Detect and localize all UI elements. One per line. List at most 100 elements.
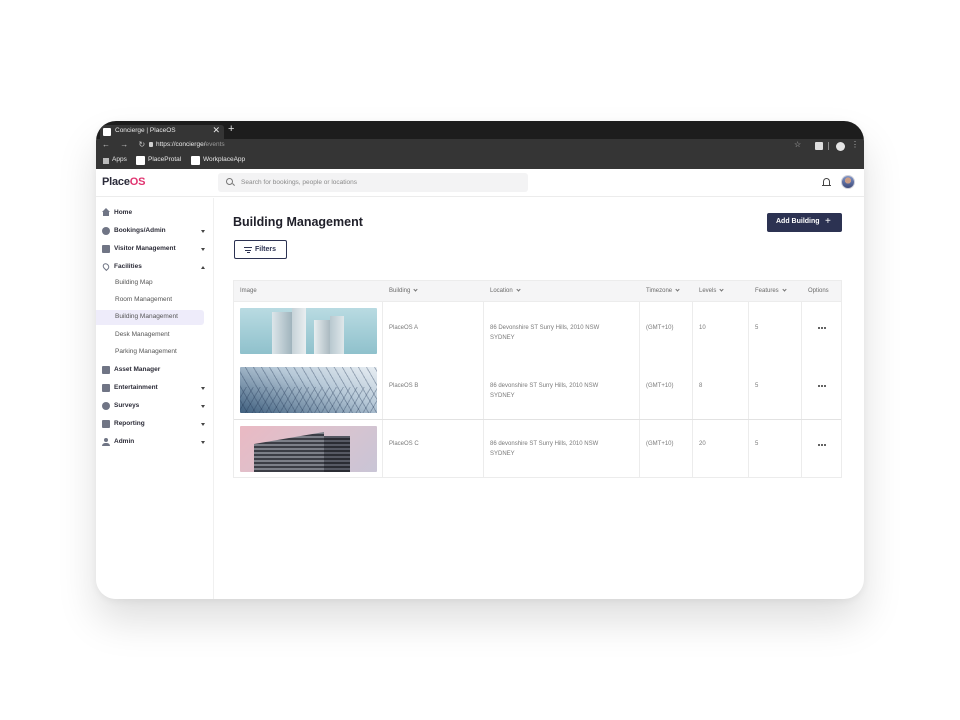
bookmark-star-icon[interactable]: ☆ (794, 140, 801, 149)
search-icon (226, 178, 233, 185)
placeos-logo[interactable]: PlaceOS (102, 176, 145, 188)
more-options-icon[interactable] (818, 443, 828, 447)
table-header: Image Building Location Timezone Levels … (234, 281, 841, 302)
search-input[interactable] (241, 175, 521, 190)
table-row[interactable]: PlaceOS A 86 Devonshire ST Surry Hills, … (234, 303, 841, 361)
sidebar-item-visitor-management[interactable]: Visitor Management (96, 243, 214, 257)
more-options-icon[interactable] (818, 326, 828, 330)
lock-icon (149, 142, 153, 147)
bookmark-apps[interactable]: Apps (112, 156, 127, 163)
building-name: PlaceOS B (389, 383, 419, 389)
new-tab-button[interactable]: + (228, 124, 234, 135)
chevron-down-icon (201, 230, 205, 233)
building-location: 86 devonshire ST Surry Hills, 2010 NSW SY… (490, 383, 599, 399)
bookmark-workplaceapp[interactable]: WorkplaceApp (203, 156, 245, 163)
sidebar-item-building-map[interactable]: Building Map (96, 276, 204, 291)
more-options-icon[interactable] (818, 384, 828, 388)
reporting-icon (102, 420, 110, 428)
chevron-down-icon (201, 248, 205, 251)
chevron-down-icon (516, 287, 521, 292)
home-icon (102, 208, 110, 216)
building-timezone: (GMT+10) (646, 441, 674, 447)
visitor-icon (102, 245, 110, 253)
chevron-down-icon (201, 387, 205, 390)
column-header-features[interactable]: Features (755, 287, 787, 294)
building-timezone: (GMT+10) (646, 325, 674, 331)
table-row[interactable]: PlaceOS B 86 devonshire ST Surry Hills, … (234, 361, 841, 419)
sidebar-item-home[interactable]: Home (96, 207, 214, 221)
app-header: PlaceOS (96, 169, 864, 197)
building-features: 5 (755, 441, 759, 447)
building-levels: 20 (699, 441, 706, 447)
browser-window: Concierge | PlaceOS ✕ + ← → ↻ https://co… (96, 121, 864, 599)
sidebar-item-admin[interactable]: Admin (96, 436, 214, 450)
building-features: 5 (755, 325, 759, 331)
location-pin-icon (101, 261, 111, 272)
sidebar: Home Bookings/Admin Visitor Management F… (96, 198, 214, 599)
chevron-down-icon (201, 423, 205, 426)
chevron-down-icon (413, 287, 418, 292)
filters-button[interactable]: Filters (234, 240, 287, 259)
sidebar-item-entertainment[interactable]: Entertainment (96, 382, 214, 396)
sidebar-item-parking-management[interactable]: Parking Management (96, 345, 204, 360)
person-icon (102, 438, 110, 446)
bookmark-placeprotal[interactable]: PlaceProtal (148, 156, 181, 163)
tab-strip: Concierge | PlaceOS ✕ + (96, 121, 864, 139)
sidebar-item-asset-manager[interactable]: Asset Manager (96, 364, 214, 378)
browser-tab[interactable]: Concierge | PlaceOS ✕ (100, 125, 224, 139)
tab-title: Concierge | PlaceOS (115, 127, 176, 134)
browser-menu-icon[interactable]: ⋮ (851, 140, 859, 149)
chevron-down-icon (719, 287, 724, 292)
surveys-icon (102, 402, 110, 410)
favicon-icon (103, 128, 111, 136)
navigation-arrows-icon[interactable]: ← → ↻ (102, 140, 149, 149)
url-field[interactable]: https://concierge/events (156, 141, 225, 148)
extension-icon[interactable] (815, 142, 823, 150)
chevron-down-icon (201, 441, 205, 444)
column-header-options: Options (808, 288, 829, 294)
address-bar: ← → ↻ https://concierge/events ☆ ⋮ (96, 139, 864, 153)
search-bar (218, 173, 528, 192)
close-tab-icon[interactable]: ✕ (212, 125, 220, 136)
chevron-down-icon (201, 405, 205, 408)
building-location: 86 devonshire ST Surry Hills, 2010 NSW SY… (490, 441, 599, 457)
divider (828, 142, 829, 150)
sidebar-item-desk-management[interactable]: Desk Management (96, 328, 204, 343)
browser-profile-icon[interactable] (836, 142, 845, 151)
building-location: 86 Devonshire ST Surry Hills, 2010 NSW SY… (490, 325, 600, 341)
bookmark-icon (136, 156, 145, 165)
building-name: PlaceOS A (389, 325, 419, 331)
column-header-building[interactable]: Building (389, 287, 418, 294)
sidebar-item-surveys[interactable]: Surveys (96, 400, 214, 414)
column-header-timezone[interactable]: Timezone (646, 287, 680, 294)
filter-icon (244, 247, 252, 253)
buildings-table: Image Building Location Timezone Levels … (233, 280, 842, 478)
table-row[interactable]: PlaceOS C 86 devonshire ST Surry Hills, … (234, 419, 841, 477)
chevron-up-icon (201, 266, 205, 269)
chevron-down-icon (782, 287, 787, 292)
building-name: PlaceOS C (389, 441, 419, 447)
entertainment-icon (102, 384, 110, 392)
building-levels: 8 (699, 383, 703, 389)
column-header-image: Image (240, 288, 257, 294)
notification-bell-icon[interactable] (822, 178, 831, 187)
building-timezone: (GMT+10) (646, 383, 674, 389)
building-image (240, 308, 377, 354)
sidebar-item-building-management[interactable]: Building Management (96, 310, 204, 325)
building-image (240, 426, 377, 472)
sidebar-item-reporting[interactable]: Reporting (96, 418, 214, 432)
avatar[interactable] (841, 175, 855, 189)
building-levels: 10 (699, 325, 706, 331)
bookings-icon (102, 227, 110, 235)
column-header-levels[interactable]: Levels (699, 287, 724, 294)
sidebar-item-bookings-admin[interactable]: Bookings/Admin (96, 225, 214, 239)
apps-grid-icon[interactable] (103, 158, 109, 164)
page-title: Building Management (233, 215, 363, 229)
column-header-location[interactable]: Location (490, 287, 521, 294)
sidebar-item-room-management[interactable]: Room Management (96, 293, 204, 308)
sidebar-item-facilities[interactable]: Facilities (96, 261, 214, 275)
asset-icon (102, 366, 110, 374)
add-building-button[interactable]: Add Building + (767, 213, 842, 232)
bookmarks-bar: Apps PlaceProtal WorkplaceApp (96, 153, 864, 169)
building-image (240, 367, 377, 413)
